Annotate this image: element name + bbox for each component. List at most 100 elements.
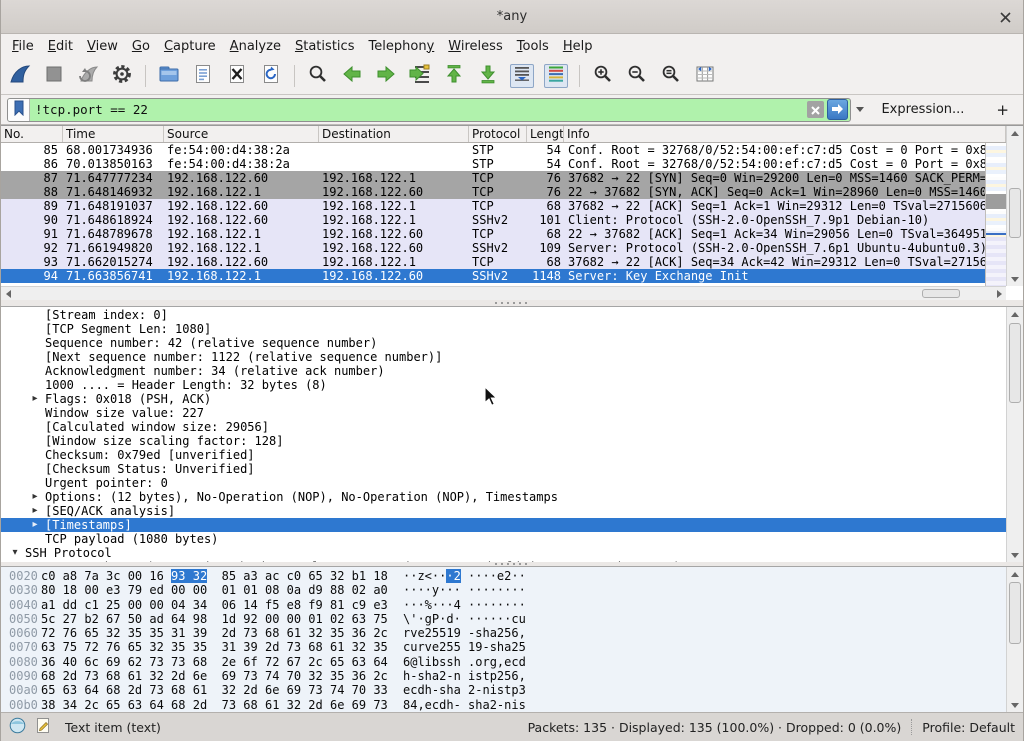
restart-capture-button[interactable]: [76, 64, 100, 88]
close-button[interactable]: [997, 9, 1013, 25]
detail-line[interactable]: [Calculated window size: 29056]: [1, 420, 1006, 434]
scroll-up-icon[interactable]: [1007, 567, 1023, 581]
filter-apply-button[interactable]: [827, 99, 848, 120]
scrollbar-thumb[interactable]: [922, 289, 960, 298]
menu-tools[interactable]: Tools: [510, 37, 556, 56]
tree-expander-icon[interactable]: ▸: [29, 504, 41, 518]
scrollbar-thumb[interactable]: [1009, 323, 1021, 403]
packet-row[interactable]: 8771.647777234192.168.122.60192.168.122.…: [1, 171, 985, 185]
col-header-source[interactable]: Source: [164, 126, 319, 142]
filter-add-button[interactable]: +: [988, 101, 1017, 119]
detail-line[interactable]: ▸[Timestamps]: [1, 518, 1006, 532]
details-vscrollbar[interactable]: [1006, 307, 1023, 562]
display-filter-field[interactable]: [7, 98, 851, 122]
start-capture-button[interactable]: [8, 64, 32, 88]
go-back-button[interactable]: [340, 64, 364, 88]
capture-comment-button[interactable]: [35, 717, 51, 737]
expression-button[interactable]: Expression...: [881, 102, 964, 117]
scroll-down-icon[interactable]: [1007, 548, 1023, 562]
detail-line[interactable]: Window size value: 227: [1, 406, 1006, 420]
detail-line[interactable]: Urgent pointer: 0: [1, 476, 1006, 490]
detail-line[interactable]: Sequence number: 42 (relative sequence n…: [1, 336, 1006, 350]
packet-row[interactable]: 9171.648789678192.168.122.1192.168.122.6…: [1, 227, 985, 241]
tree-expander-icon[interactable]: ▾: [9, 546, 21, 560]
bytes-vscrollbar[interactable]: [1006, 567, 1023, 712]
hex-row[interactable]: 009068 2d 73 68 61 32 2d 6e 69 73 74 70 …: [1, 669, 1006, 683]
packet-row[interactable]: 8670.013850163fe:54:00:d4:38:2aSTP54Conf…: [1, 157, 985, 171]
packet-minimap[interactable]: [985, 143, 1006, 286]
zoom-in-button[interactable]: [591, 64, 615, 88]
packet-list-hscrollbar[interactable]: [1, 286, 1006, 300]
save-file-button[interactable]: [191, 64, 215, 88]
hex-row[interactable]: 00505c 27 b2 67 50 ad 64 98 1d 92 00 00 …: [1, 612, 1006, 626]
scroll-up-icon[interactable]: [1007, 307, 1023, 321]
menu-file[interactable]: File: [5, 37, 41, 56]
title-bar[interactable]: *any: [1, 0, 1023, 34]
detail-line[interactable]: ▸[SEQ/ACK analysis]: [1, 504, 1006, 518]
col-header-no[interactable]: No.: [1, 126, 63, 142]
scroll-up-icon[interactable]: [1007, 126, 1023, 140]
packet-row[interactable]: 9371.662015274192.168.122.60192.168.122.…: [1, 255, 985, 269]
status-profile[interactable]: Profile: Default: [922, 720, 1015, 735]
packet-row[interactable]: 9471.663856741192.168.122.1192.168.122.6…: [1, 269, 985, 283]
filter-clear-button[interactable]: [807, 101, 824, 118]
hex-row[interactable]: 0040a1 dd c1 25 00 00 04 34 06 14 f5 e8 …: [1, 598, 1006, 612]
scrollbar-thumb[interactable]: [1009, 582, 1021, 644]
tree-expander-icon[interactable]: ▸: [29, 490, 41, 504]
close-file-button[interactable]: [225, 64, 249, 88]
tree-expander-icon[interactable]: ▸: [29, 560, 41, 562]
detail-line[interactable]: ▸Options: (12 bytes), No-Operation (NOP)…: [1, 490, 1006, 504]
tree-expander-icon[interactable]: ▸: [29, 518, 41, 532]
zoom-out-button[interactable]: [625, 64, 649, 88]
scroll-down-icon[interactable]: [1007, 698, 1023, 712]
menu-wireless[interactable]: Wireless: [441, 37, 509, 56]
detail-line[interactable]: [Next sequence number: 1122 (relative se…: [1, 350, 1006, 364]
detail-line[interactable]: ▸Flags: 0x018 (PSH, ACK): [1, 392, 1006, 406]
reload-file-button[interactable]: [259, 64, 283, 88]
expert-info-button[interactable]: [9, 717, 26, 737]
stop-capture-button[interactable]: [42, 64, 66, 88]
open-file-button[interactable]: [157, 64, 181, 88]
go-to-packet-button[interactable]: [408, 64, 432, 88]
colorize-toggle[interactable]: [544, 64, 568, 88]
detail-line[interactable]: ▸SSH Version 2 (encryption:chacha20-poly…: [1, 560, 1006, 562]
packet-list-vscrollbar[interactable]: [1006, 126, 1023, 286]
go-bottom-button[interactable]: [476, 64, 500, 88]
display-filter-input[interactable]: [30, 99, 807, 121]
packet-row[interactable]: 8971.648191037192.168.122.60192.168.122.…: [1, 199, 985, 213]
menu-statistics[interactable]: Statistics: [288, 37, 362, 56]
detail-line[interactable]: [TCP Segment Len: 1080]: [1, 322, 1006, 336]
menu-go[interactable]: Go: [125, 37, 157, 56]
col-header-time[interactable]: Time: [63, 126, 164, 142]
zoom-100-button[interactable]: [659, 64, 683, 88]
hex-row[interactable]: 003080 18 00 e3 79 ed 00 00 01 01 08 0a …: [1, 583, 1006, 597]
detail-line[interactable]: Checksum: 0x79ed [unverified]: [1, 448, 1006, 462]
menu-analyze[interactable]: Analyze: [223, 37, 288, 56]
go-top-button[interactable]: [442, 64, 466, 88]
detail-line[interactable]: [Checksum Status: Unverified]: [1, 462, 1006, 476]
scrollbar-thumb[interactable]: [1009, 188, 1021, 238]
packet-row[interactable]: 8871.648146932192.168.122.1192.168.122.6…: [1, 185, 985, 199]
menu-edit[interactable]: Edit: [41, 37, 80, 56]
menu-help[interactable]: Help: [556, 37, 600, 56]
detail-line[interactable]: ▾SSH Protocol: [1, 546, 1006, 560]
scroll-left-icon[interactable]: [1, 287, 15, 300]
hex-row[interactable]: 007063 75 72 76 65 32 35 35 31 39 2d 73 …: [1, 640, 1006, 654]
filter-history-dropdown[interactable]: [856, 107, 864, 112]
packet-row[interactable]: 9071.648618924192.168.122.60192.168.122.…: [1, 213, 985, 227]
find-packet-button[interactable]: [306, 64, 330, 88]
detail-line[interactable]: TCP payload (1080 bytes): [1, 532, 1006, 546]
scroll-down-icon[interactable]: [1007, 272, 1023, 286]
col-header-destination[interactable]: Destination: [319, 126, 469, 142]
hex-row[interactable]: 006072 76 65 32 35 35 31 39 2d 73 68 61 …: [1, 626, 1006, 640]
hex-row[interactable]: 00b038 34 2c 65 63 64 68 2d 73 68 61 32 …: [1, 698, 1006, 712]
go-forward-button[interactable]: [374, 64, 398, 88]
packet-row[interactable]: 8568.001734936fe:54:00:d4:38:2aSTP54Conf…: [1, 143, 985, 157]
tree-expander-icon[interactable]: ▸: [29, 392, 41, 406]
packet-row[interactable]: 9271.661949820192.168.122.1192.168.122.6…: [1, 241, 985, 255]
hex-row[interactable]: 0020c0 a8 7a 3c 00 16 93 32 85 a3 ac c0 …: [1, 569, 1006, 583]
scroll-right-icon[interactable]: [992, 287, 1006, 300]
menu-view[interactable]: View: [80, 37, 125, 56]
resize-columns-button[interactable]: [693, 64, 717, 88]
detail-line[interactable]: Acknowledgment number: 34 (relative ack …: [1, 364, 1006, 378]
